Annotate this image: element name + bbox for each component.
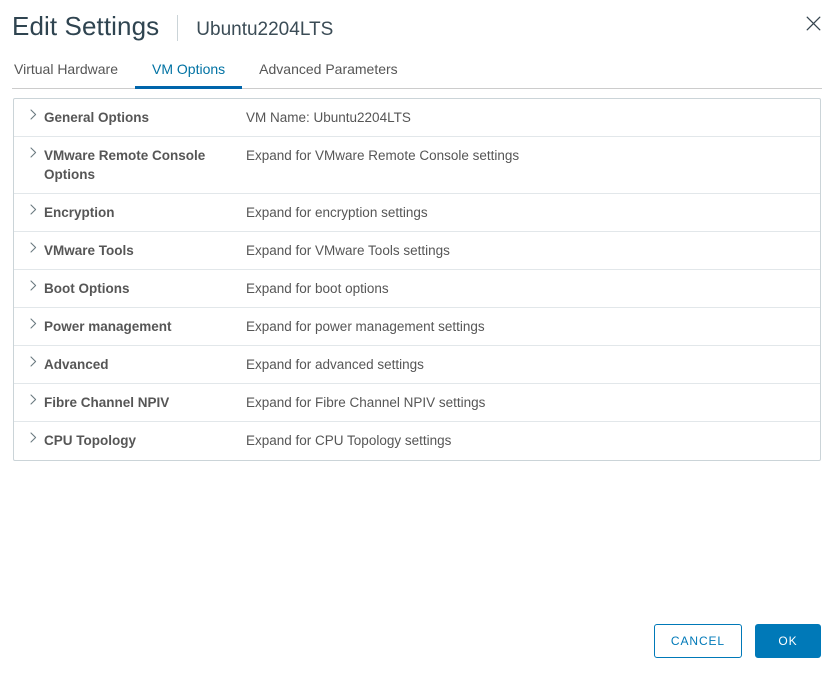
row-label: VMware Remote Console Options (44, 148, 206, 182)
chevron-right-icon[interactable] (27, 318, 39, 329)
tabs-container: Virtual Hardware VM Options Advanced Par… (0, 60, 834, 89)
tab-list: Virtual Hardware VM Options Advanced Par… (12, 60, 822, 89)
table-row[interactable]: VMware Tools Expand for VMware Tools set… (14, 232, 820, 270)
vm-name-subtitle: Ubuntu2204LTS (196, 19, 334, 40)
modal-footer: CANCEL OK (0, 624, 834, 675)
title-separator (177, 15, 179, 41)
chevron-right-icon[interactable] (27, 394, 39, 405)
row-description: Expand for encryption settings (246, 205, 428, 220)
row-name-cell: Fibre Channel NPIV (14, 393, 246, 412)
tab-advanced-parameters[interactable]: Advanced Parameters (242, 60, 415, 88)
row-label: Encryption (44, 205, 115, 220)
table-row[interactable]: Encryption Expand for encryption setting… (14, 194, 820, 232)
table-row[interactable]: Fibre Channel NPIV Expand for Fibre Chan… (14, 384, 820, 422)
row-label: Boot Options (44, 281, 130, 296)
row-name-cell: CPU Topology (14, 431, 246, 450)
row-description: Expand for VMware Remote Console setting… (246, 148, 520, 163)
row-description: Expand for power management settings (246, 319, 485, 334)
row-label: Advanced (44, 357, 109, 372)
cancel-button[interactable]: CANCEL (653, 624, 742, 658)
modal-header: Edit Settings Ubuntu2204LTS (0, 0, 834, 48)
row-name-cell: Encryption (14, 203, 246, 222)
settings-content: General Options VM Name: Ubuntu2204LTS V… (0, 98, 834, 461)
chevron-right-icon[interactable] (27, 280, 39, 291)
row-description: Expand for VMware Tools settings (246, 243, 450, 258)
chevron-right-icon[interactable] (27, 204, 39, 215)
table-row[interactable]: General Options VM Name: Ubuntu2204LTS (14, 99, 820, 137)
row-name-cell: Advanced (14, 355, 246, 374)
chevron-right-icon[interactable] (27, 147, 39, 158)
table-row[interactable]: CPU Topology Expand for CPU Topology set… (14, 422, 820, 460)
row-description: Expand for advanced settings (246, 357, 424, 372)
page-title: Edit Settings (12, 11, 160, 41)
vm-options-table: General Options VM Name: Ubuntu2204LTS V… (13, 98, 821, 461)
table-row[interactable]: Power management Expand for power manage… (14, 308, 820, 346)
close-icon (806, 16, 821, 31)
row-name-cell: Boot Options (14, 279, 246, 298)
table-row[interactable]: Boot Options Expand for boot options (14, 270, 820, 308)
chevron-right-icon[interactable] (27, 432, 39, 443)
chevron-right-icon[interactable] (27, 242, 39, 253)
row-label: Fibre Channel NPIV (44, 395, 170, 410)
title-group: Edit Settings Ubuntu2204LTS (12, 11, 333, 43)
row-name-cell: General Options (14, 108, 246, 127)
row-description: Expand for CPU Topology settings (246, 433, 452, 448)
tab-virtual-hardware[interactable]: Virtual Hardware (12, 60, 135, 88)
chevron-right-icon[interactable] (27, 356, 39, 367)
row-description: Expand for Fibre Channel NPIV settings (246, 395, 486, 410)
row-label: VMware Tools (44, 243, 134, 258)
row-label: CPU Topology (44, 433, 136, 448)
row-name-cell: VMware Tools (14, 241, 246, 260)
row-description: VM Name: Ubuntu2204LTS (246, 110, 411, 125)
ok-button[interactable]: OK (755, 624, 821, 658)
row-description: Expand for boot options (246, 281, 389, 296)
row-name-cell: Power management (14, 317, 246, 336)
row-name-cell: VMware Remote Console Options (14, 146, 246, 184)
row-label: General Options (44, 110, 150, 125)
row-label: Power management (44, 319, 172, 334)
table-row[interactable]: VMware Remote Console Options Expand for… (14, 137, 820, 194)
close-button[interactable] (798, 8, 828, 38)
chevron-right-icon[interactable] (27, 109, 39, 120)
table-row[interactable]: Advanced Expand for advanced settings (14, 346, 820, 384)
tab-vm-options[interactable]: VM Options (135, 60, 243, 89)
